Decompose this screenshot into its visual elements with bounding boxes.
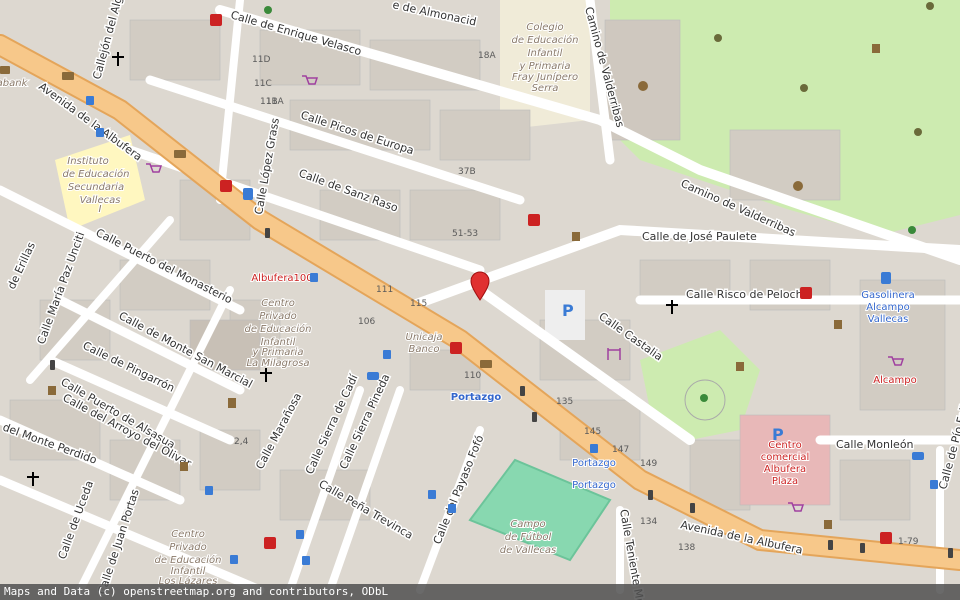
milagrosa-line-5: La Milagrosa xyxy=(246,358,309,369)
campo-line-0: Campo xyxy=(510,519,545,530)
house-number: 111 xyxy=(376,285,393,295)
poi-portazgo-bus-1: Portazgo xyxy=(572,458,616,469)
house-number: 106 xyxy=(358,317,375,327)
gas-line-0: Gasolinera xyxy=(861,290,915,301)
map-view[interactable]: Avenida de la Albufera Avenida de la Alb… xyxy=(0,0,960,600)
milagrosa-line-2: de Educación xyxy=(244,323,311,335)
instituto-line-2: Secundaria xyxy=(68,182,124,193)
poi-centro-lazares: Centro Privado de Educación Infantil Los… xyxy=(153,528,222,588)
label-monleon: Calle Monleón xyxy=(836,438,914,451)
house-number: 149 xyxy=(640,459,657,469)
house-number: 147 xyxy=(612,445,629,455)
label-risco-peloche: Calle Risco de Peloche xyxy=(686,288,810,301)
house-number: 11D xyxy=(252,55,270,65)
house-number: 135 xyxy=(556,397,573,407)
colegio-line-4: Fray Junípero xyxy=(512,71,578,83)
cc-line-2: Albufera xyxy=(764,464,806,475)
colegio-line-2: Infantil xyxy=(528,48,563,59)
house-number: 51-53 xyxy=(452,229,478,239)
map-canvas[interactable]: Avenida de la Albufera Avenida de la Alb… xyxy=(0,0,960,600)
house-number: 18A xyxy=(478,51,496,61)
colegio-line-3: y Primaria xyxy=(519,61,571,72)
label-callejon-alguacil: Callejón del Alguacil xyxy=(90,0,131,81)
house-number: 110 xyxy=(464,371,481,381)
milagrosa-line-1: Privado xyxy=(259,311,296,322)
poi-portazgo-metro: Portazgo xyxy=(451,392,502,403)
lazares-line-0: Centro xyxy=(171,529,205,540)
poi-portazgo-bus-2: Portazgo xyxy=(572,480,616,491)
house-number: 145 xyxy=(584,427,601,437)
house-number: 138 xyxy=(678,543,695,553)
poi-albufera100: Albufera100 xyxy=(251,273,312,284)
instituto-line-4: I xyxy=(99,204,102,215)
poi-bank: abank xyxy=(0,78,29,89)
colegio-line-0: Colegio xyxy=(526,22,563,33)
campo-line-2: de Vallecas xyxy=(500,545,557,556)
gas-line-1: Alcampo xyxy=(866,302,909,313)
svg-text:P: P xyxy=(772,425,784,444)
instituto-line-0: Instituto xyxy=(67,156,109,167)
colegio-line-1: de Educación xyxy=(511,34,578,46)
house-number: 134 xyxy=(640,517,657,527)
house-number: 1-79 xyxy=(898,537,919,547)
lazares-line-1: Privado xyxy=(169,542,206,553)
milagrosa-line-0: Centro xyxy=(261,298,295,309)
svg-text:P: P xyxy=(562,301,574,320)
cc-line-1: comercial xyxy=(761,452,810,463)
house-number: 11A xyxy=(266,97,284,107)
label-jose-paulete: Calle de José Paulete xyxy=(642,230,757,243)
colegio-line-5: Serra xyxy=(532,83,559,94)
lazares-line-2: de Educación xyxy=(154,554,221,566)
poi-gasolinera: Gasolinera Alcampo Vallecas xyxy=(860,289,916,326)
milagrosa-line-4: y Primaria xyxy=(252,347,304,358)
poi-alcampo: Alcampo xyxy=(873,375,916,386)
house-number: 11C xyxy=(254,79,272,89)
house-number: 37B xyxy=(458,167,476,177)
label-erillas: de Erillas xyxy=(5,240,38,291)
house-number: 2,4 xyxy=(234,437,249,447)
label-maranosa: Calle Marañosa xyxy=(253,391,304,472)
cc-line-3: Plaza xyxy=(772,476,798,487)
house-number: 115 xyxy=(410,299,427,309)
gas-line-2: Vallecas xyxy=(868,314,909,325)
poi-unicaja-0: Unicaja xyxy=(406,332,443,343)
poi-unicaja-1: Banco xyxy=(409,344,440,355)
label-almonacid: e de Almonacid xyxy=(391,0,477,29)
campo-line-1: de Fútbol xyxy=(505,531,552,543)
map-attribution: Maps and Data (c) openstreetmap.org and … xyxy=(0,584,960,600)
label-payaso-fofo: Calle del Payaso Fofó xyxy=(431,433,487,546)
instituto-line-1: de Educación xyxy=(62,168,129,180)
